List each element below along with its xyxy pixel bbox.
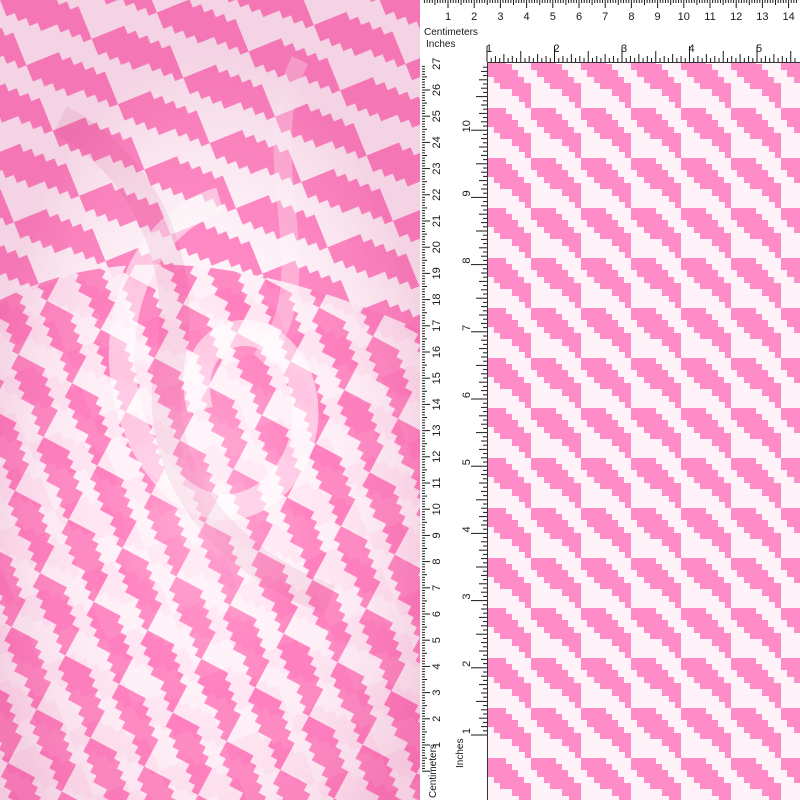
top-inch-number: 1 bbox=[486, 43, 492, 55]
left-cm-number: 15 bbox=[431, 372, 443, 384]
left-cm-number: 10 bbox=[431, 503, 443, 515]
top-cm-number: 9 bbox=[655, 11, 661, 23]
left-cm-number: 4 bbox=[431, 663, 443, 669]
left-cm-number: 12 bbox=[431, 451, 443, 463]
left-cm-number: 7 bbox=[431, 585, 443, 591]
left-cm-number: 2 bbox=[431, 716, 443, 722]
left-inch-number: 7 bbox=[461, 325, 473, 331]
left-inch-number: 6 bbox=[461, 392, 473, 398]
left-inch-number: 4 bbox=[461, 526, 473, 532]
left-inch-number: 10 bbox=[461, 120, 473, 132]
left-cm-number: 9 bbox=[431, 532, 443, 538]
left-ruler-centimeters-label: Centimeters bbox=[428, 744, 439, 798]
left-inch-number: 5 bbox=[461, 459, 473, 465]
left-inch-number: 2 bbox=[461, 661, 473, 667]
top-inch-number: 3 bbox=[621, 43, 627, 55]
top-cm-number: 12 bbox=[730, 11, 742, 23]
top-cm-number: 4 bbox=[524, 11, 530, 23]
left-cm-number: 19 bbox=[431, 267, 443, 279]
top-inch-number: 5 bbox=[756, 43, 762, 55]
left-cm-number: 26 bbox=[431, 84, 443, 96]
left-cm-number: 6 bbox=[431, 611, 443, 617]
left-cm-number: 22 bbox=[431, 189, 443, 201]
left-cm-number: 14 bbox=[431, 398, 443, 410]
left-cm-number: 16 bbox=[431, 346, 443, 358]
top-cm-number: 8 bbox=[628, 11, 634, 23]
left-cm-number: 18 bbox=[431, 293, 443, 305]
left-cm-number: 24 bbox=[431, 136, 443, 148]
left-inch-number: 9 bbox=[461, 190, 473, 196]
left-inch-number: 1 bbox=[461, 728, 473, 734]
top-cm-number: 7 bbox=[602, 11, 608, 23]
top-inch-number: 4 bbox=[688, 43, 694, 55]
left-ruler-inches-label: Inches bbox=[455, 739, 466, 768]
left-cm-number: 27 bbox=[431, 58, 443, 70]
left-cm-number: 3 bbox=[431, 690, 443, 696]
left-cm-number: 13 bbox=[431, 424, 443, 436]
left-cm-number: 23 bbox=[431, 162, 443, 174]
top-cm-number: 6 bbox=[576, 11, 582, 23]
top-cm-number: 5 bbox=[550, 11, 556, 23]
top-cm-number: 13 bbox=[756, 11, 768, 23]
left-cm-number: 25 bbox=[431, 110, 443, 122]
left-cm-number: 20 bbox=[431, 241, 443, 253]
left-cm-number: 8 bbox=[431, 559, 443, 565]
top-ruler-inches-label: Inches bbox=[426, 39, 455, 50]
top-cm-number: 1 bbox=[445, 11, 451, 23]
top-cm-number: 10 bbox=[678, 11, 690, 23]
top-cm-number: 3 bbox=[497, 11, 503, 23]
top-cm-number: 2 bbox=[471, 11, 477, 23]
top-inch-number: 2 bbox=[553, 43, 559, 55]
top-cm-number: 14 bbox=[782, 11, 794, 23]
left-cm-number: 21 bbox=[431, 215, 443, 227]
left-inch-number: 3 bbox=[461, 594, 473, 600]
left-cm-number: 5 bbox=[431, 637, 443, 643]
ruler-markings: 1 2 3 4 5 6 7 8 9 10 11 12 13 141 2 3 4 5 123456789101112… bbox=[422, 0, 797, 798]
top-cm-number: 11 bbox=[704, 11, 715, 23]
left-inch-number: 8 bbox=[461, 258, 473, 264]
left-cm-number: 17 bbox=[431, 320, 443, 332]
top-ruler-centimeters-label: Centimeters bbox=[424, 27, 478, 38]
left-cm-number: 11 bbox=[431, 477, 443, 488]
